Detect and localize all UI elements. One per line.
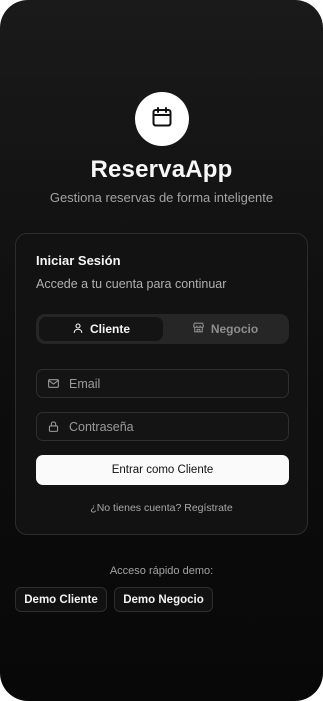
demo-negocio-button[interactable]: Demo Negocio [114, 587, 213, 612]
calendar-icon [150, 105, 174, 134]
password-field [36, 412, 289, 441]
app-logo [135, 92, 189, 146]
password-input[interactable] [69, 419, 288, 434]
lock-icon [37, 420, 69, 433]
demo-access-label: Acceso rápido demo: [109, 565, 214, 577]
tab-cliente-label: Cliente [89, 322, 130, 336]
app-screen: ReservaApp Gestiona reservas de forma in… [0, 0, 323, 701]
mail-icon [37, 377, 69, 390]
role-tabs: Cliente Negocio [36, 314, 289, 344]
user-icon [72, 322, 84, 337]
login-submit-button[interactable]: Entrar como Cliente [36, 455, 289, 485]
login-subtitle: Accede a tu cuenta para continuar [36, 277, 227, 291]
login-title: Iniciar Sesión [36, 253, 121, 268]
email-field [36, 369, 289, 398]
email-input[interactable] [69, 376, 288, 391]
tab-negocio-label: Negocio [210, 322, 259, 336]
app-title: ReservaApp [90, 156, 233, 183]
tab-negocio[interactable]: Negocio [163, 317, 287, 341]
tab-cliente[interactable]: Cliente [39, 317, 163, 341]
demo-cliente-button[interactable]: Demo Cliente [15, 587, 107, 612]
app-tagline: Gestiona reservas de forma inteligente [49, 190, 274, 205]
store-icon [192, 321, 205, 337]
login-card: Iniciar Sesión Accede a tu cuenta para c… [15, 233, 308, 535]
signup-link[interactable]: ¿No tienes cuenta? Regístrate [16, 502, 307, 514]
